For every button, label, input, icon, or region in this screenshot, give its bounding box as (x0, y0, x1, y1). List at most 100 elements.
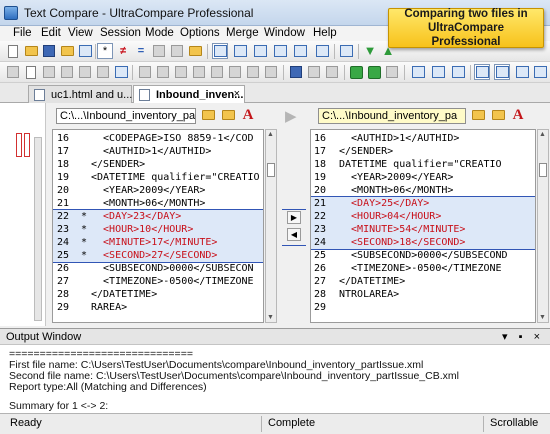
open-folder-icon[interactable] (59, 43, 75, 59)
play-icon[interactable]: ▶ (285, 107, 297, 125)
open-file-icon[interactable] (23, 43, 39, 59)
split-horizontal-icon[interactable] (272, 43, 288, 59)
left-browse-icon[interactable] (220, 107, 236, 123)
show-all-lines-button[interactable]: * (97, 43, 113, 59)
code-line[interactable]: 20 <YEAR>2009</YEAR> (53, 184, 263, 197)
code-line[interactable]: 28 </DATETIME> (53, 288, 263, 301)
menu-help[interactable]: Help (313, 27, 337, 39)
ignore-options-icon[interactable] (151, 43, 167, 59)
next-difference-icon[interactable]: ▼ (362, 43, 378, 59)
left-code-view[interactable]: 16 <CODEPAGE>ISO 8859-1</COD 17 <AUTHID>1… (52, 129, 264, 323)
report-icon[interactable] (23, 64, 39, 80)
code-line[interactable]: 17 </SENDER> (311, 145, 535, 158)
tab-uc1-html[interactable]: uc1.html and u... (28, 85, 132, 103)
code-line[interactable]: 17 <AUTHID>1</AUTHID> (53, 145, 263, 158)
undo-icon[interactable] (306, 64, 322, 80)
code-line[interactable]: 18 DATETIME qualifier="CREATIO (311, 158, 535, 171)
layout-icon[interactable] (338, 43, 354, 59)
refresh-icon[interactable] (77, 43, 93, 59)
menu-mode[interactable]: Mode (145, 27, 174, 39)
scroll-down-icon[interactable]: ▼ (539, 314, 546, 321)
code-line[interactable]: 29 (311, 301, 535, 314)
merge-to-right-icon[interactable]: ▶ (287, 211, 301, 224)
recompare-arrows-icon[interactable] (314, 43, 330, 59)
difference-overview[interactable] (0, 103, 46, 326)
menu-options[interactable]: Options (180, 27, 220, 39)
right-open-icon[interactable] (470, 107, 486, 123)
code-line[interactable]: 27 </DATETIME> (311, 275, 535, 288)
left-scroll-thumb[interactable] (267, 163, 275, 177)
menu-window[interactable]: Window (264, 27, 305, 39)
merge-line-right-icon[interactable] (245, 64, 261, 80)
merge-line-icon[interactable] (227, 64, 243, 80)
diff-code-line[interactable]: 23 * <HOUR>10</HOUR> (53, 223, 263, 236)
calculator-icon[interactable] (95, 64, 111, 80)
code-line[interactable]: 16 <AUTHID>1</AUTHID> (311, 132, 535, 145)
print-icon[interactable] (5, 64, 21, 80)
save-icon[interactable] (41, 43, 57, 59)
merge-left-icon[interactable] (137, 64, 153, 80)
swap-icon[interactable] (263, 64, 279, 80)
right-scroll-thumb[interactable] (539, 163, 547, 177)
sort-icon[interactable] (292, 43, 308, 59)
new-file-icon[interactable] (5, 43, 21, 59)
right-vertical-scrollbar[interactable]: ▲ ▼ (537, 129, 549, 323)
right-code-view[interactable]: 16 <AUTHID>1</AUTHID> 17 </SENDER> 18 DATETI… (310, 129, 536, 323)
left-path-field[interactable]: C:\...\Inbound_inventory_pa (56, 108, 196, 124)
diff-code-line[interactable]: 21 <DAY>25</DAY> (311, 197, 535, 210)
view-double-icon[interactable] (430, 64, 446, 80)
code-line[interactable]: 19 <YEAR>2009</YEAR> (311, 171, 535, 184)
diff-code-line[interactable]: 25 * <SECOND>27</SECOND> (53, 249, 263, 262)
binary-mode-icon[interactable] (187, 43, 203, 59)
view-triple-icon[interactable] (450, 64, 466, 80)
paste-icon[interactable] (59, 64, 75, 80)
merge-all-left-icon[interactable] (173, 64, 189, 80)
overview-scrollbar[interactable] (34, 137, 42, 321)
merge-right-icon[interactable] (155, 64, 171, 80)
wrap-icon[interactable] (514, 64, 530, 80)
text-mode-icon[interactable] (169, 43, 185, 59)
right-browse-icon[interactable] (490, 107, 506, 123)
stop-icon[interactable] (384, 64, 400, 80)
code-line[interactable]: 26 <SUBSECOND>0000</SUBSECON (53, 262, 263, 275)
left-vertical-scrollbar[interactable]: ▲ ▼ (265, 129, 277, 323)
code-line[interactable]: 16 <CODEPAGE>ISO 8859-1</COD (53, 132, 263, 145)
merge-all-right-icon[interactable] (191, 64, 207, 80)
recompare-icon[interactable] (366, 64, 382, 80)
code-line[interactable]: 19 <DATETIME qualifier="CREATIO (53, 171, 263, 184)
close-tab-icon[interactable]: × (234, 88, 240, 100)
merge-block-icon[interactable] (209, 64, 225, 80)
code-line[interactable]: 27 <TIMEZONE>-0500</TIMEZONE (53, 275, 263, 288)
menu-session[interactable]: Session (100, 27, 141, 39)
vertical-split-icon[interactable] (474, 64, 490, 80)
redo-icon[interactable] (324, 64, 340, 80)
copy-icon[interactable] (41, 64, 57, 80)
diff-code-line[interactable]: 22 * <DAY>23</DAY> (53, 210, 263, 223)
tab-inbound-inventory[interactable]: Inbound_inven... × (133, 85, 245, 103)
code-line[interactable]: 25 <SUBSECOND>0000</SUBSECOND (311, 249, 535, 262)
three-way-compare-icon[interactable] (232, 43, 248, 59)
overview-diff-marker[interactable] (16, 133, 22, 157)
find-icon[interactable] (77, 64, 93, 80)
show-differences-button[interactable]: ≠ (115, 43, 131, 59)
menu-edit[interactable]: Edit (41, 27, 61, 39)
menu-view[interactable]: View (68, 27, 93, 39)
code-line[interactable]: 20 <MONTH>06</MONTH> (311, 184, 535, 197)
two-way-compare-icon[interactable] (212, 43, 228, 59)
right-path-field[interactable]: C:\...\Inbound_inventory_pa (318, 108, 466, 124)
sync-scroll-icon[interactable] (494, 64, 510, 80)
diff-code-line[interactable]: 23 <MINUTE>54</MINUTE> (311, 223, 535, 236)
code-line[interactable]: 21 <MONTH>06</MONTH> (53, 197, 263, 210)
show-matches-button[interactable]: = (133, 43, 149, 59)
view-single-icon[interactable] (410, 64, 426, 80)
scroll-up-icon[interactable]: ▲ (539, 131, 546, 138)
scroll-up-icon[interactable]: ▲ (267, 131, 274, 138)
diff-code-line[interactable]: 24 <SECOND>18</SECOND> (311, 236, 535, 249)
menu-merge[interactable]: Merge (226, 27, 259, 39)
right-font-button[interactable]: A (510, 107, 526, 123)
merge-to-left-icon[interactable]: ◀ (287, 228, 301, 241)
overview-diff-marker[interactable] (24, 133, 30, 157)
code-line[interactable]: 29 RAREA> (53, 301, 263, 314)
play-compare-icon[interactable] (348, 64, 364, 80)
code-line[interactable]: 18 </SENDER> (53, 158, 263, 171)
